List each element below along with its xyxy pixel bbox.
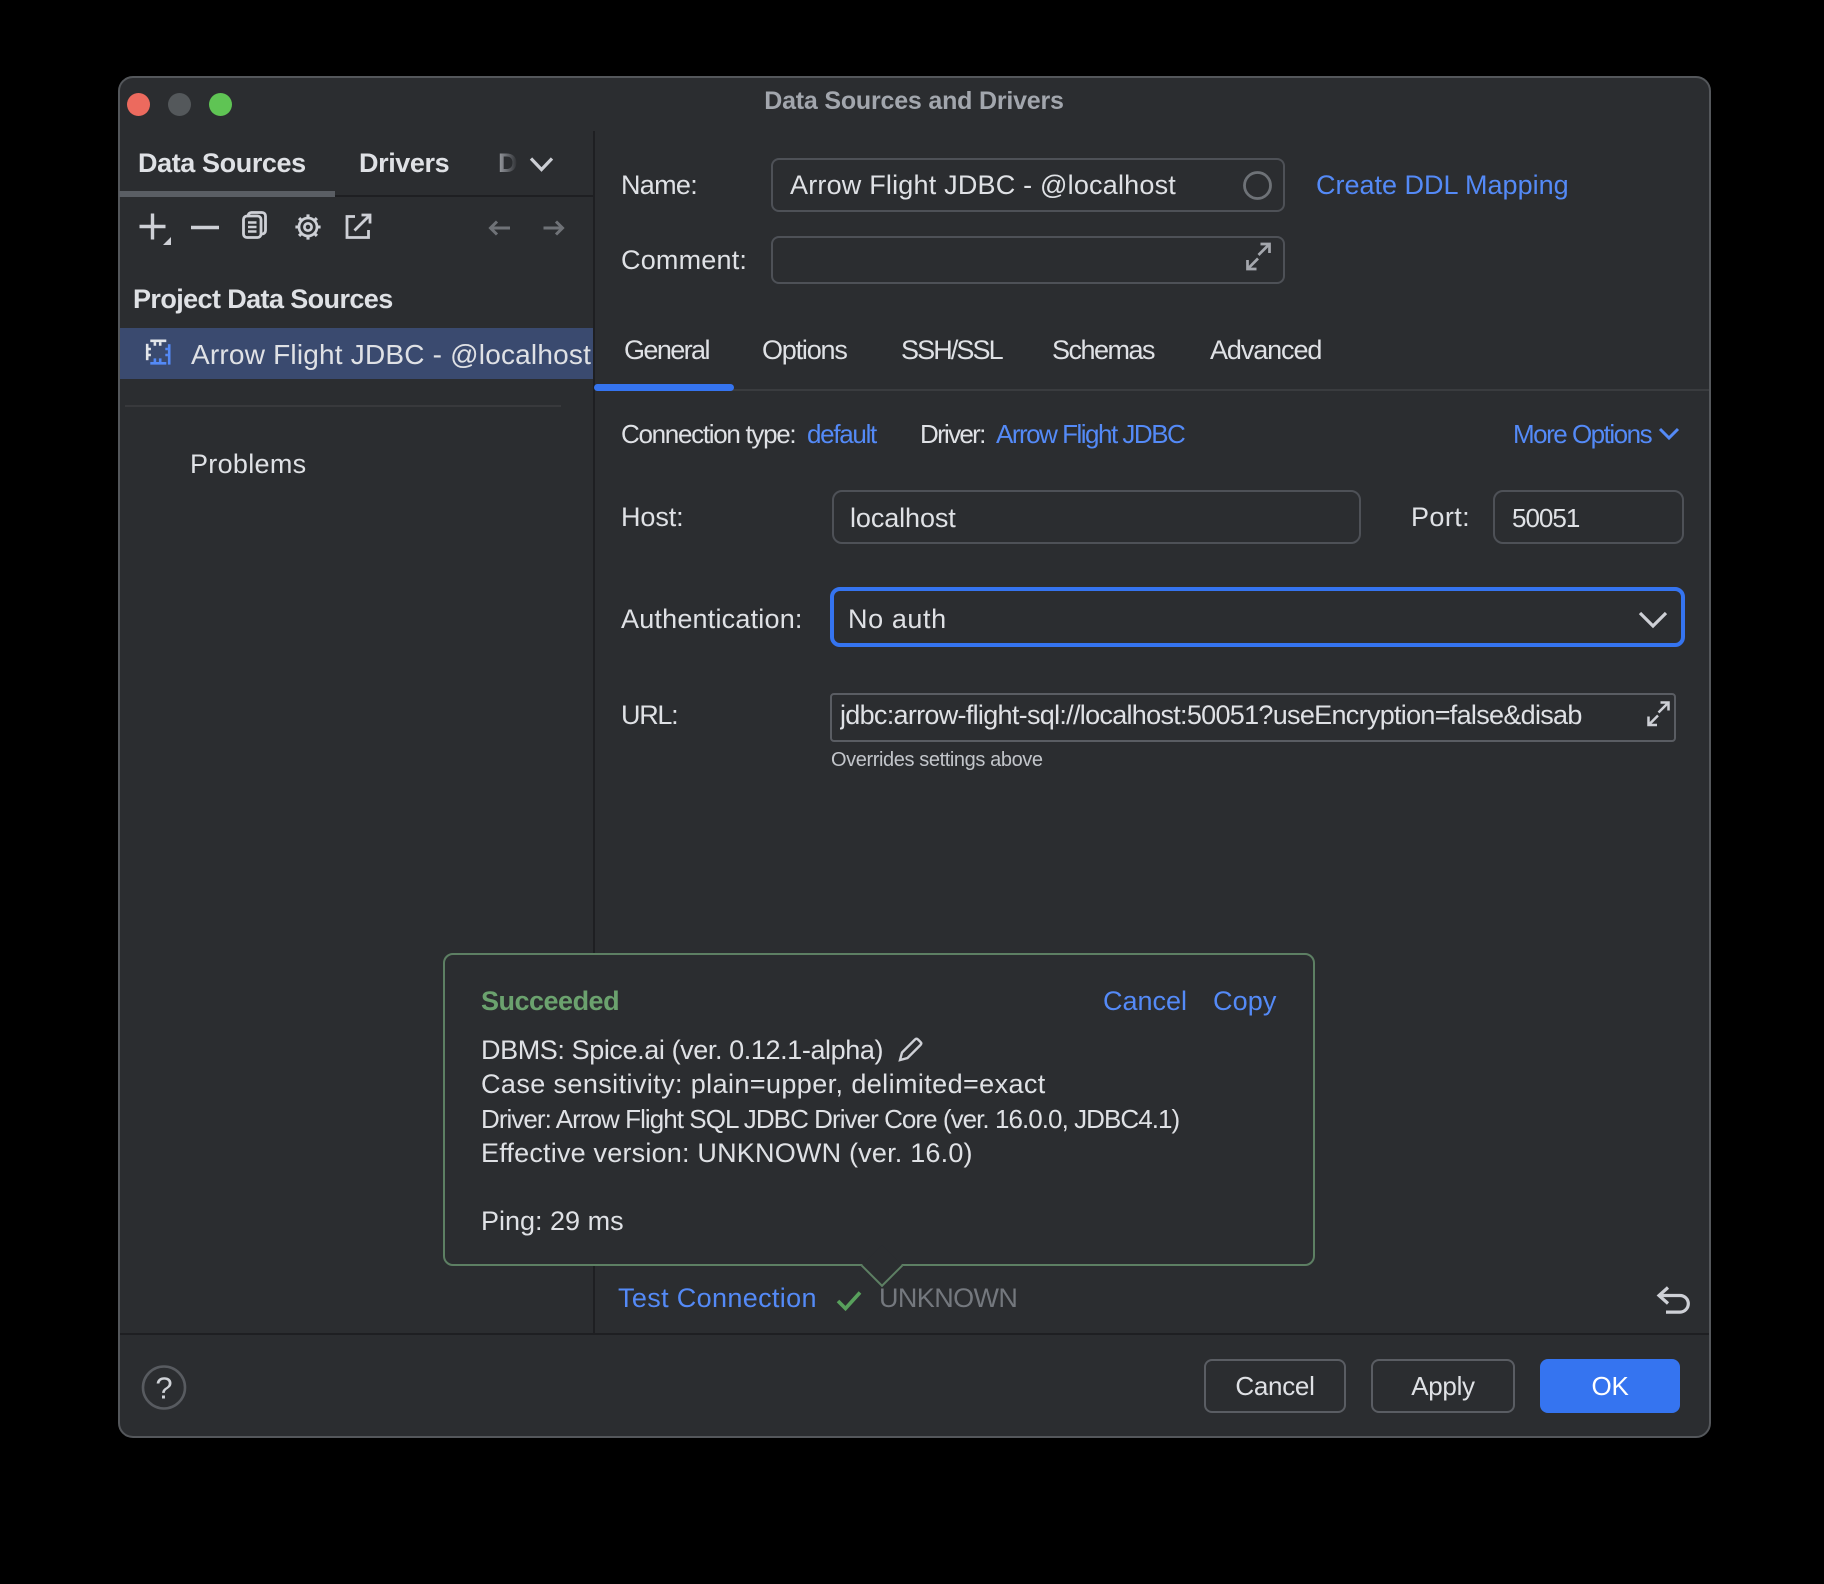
svg-text:?: ? bbox=[155, 1371, 172, 1406]
